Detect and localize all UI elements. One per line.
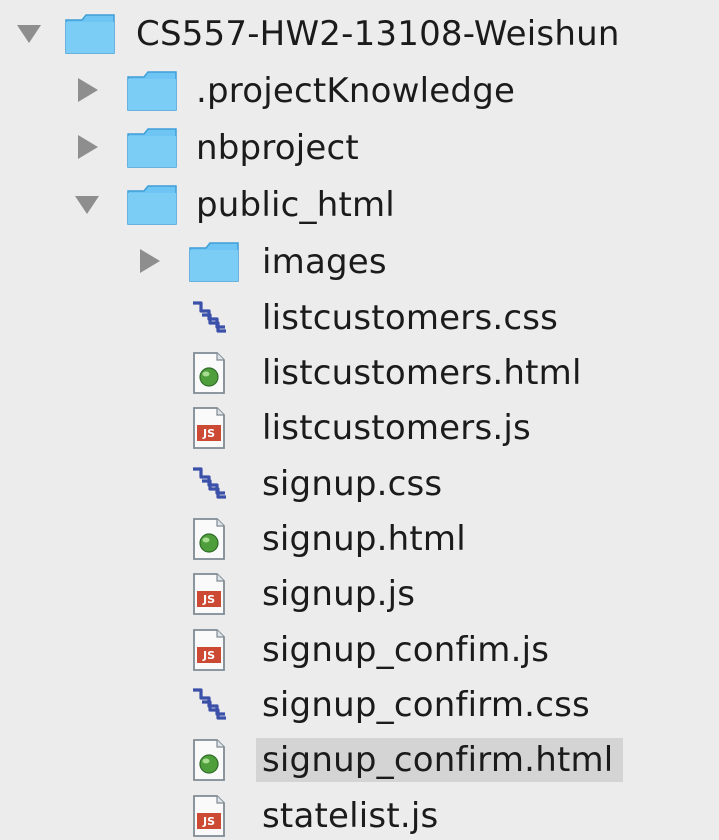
tree-row-label: signup.js xyxy=(262,574,416,614)
disclosure-collapsed-icon[interactable] xyxy=(134,246,164,276)
js-file-icon: JS xyxy=(188,629,240,671)
tree-row-signup-confirm-html[interactable]: signup_confirm.html xyxy=(0,734,719,786)
folder-icon xyxy=(188,241,240,283)
js-file-icon: JS xyxy=(188,407,240,449)
project-tree: CS557-HW2-13108-Weishun .projectKnowledg… xyxy=(0,0,719,840)
tree-row-statelist-js[interactable]: JS statelist.js xyxy=(0,790,719,840)
folder-icon xyxy=(64,13,116,55)
tree-row-signup-html[interactable]: signup.html xyxy=(0,513,719,565)
js-file-icon: JS xyxy=(188,795,240,837)
css-file-icon xyxy=(188,684,240,726)
css-file-icon xyxy=(188,463,240,505)
svg-text:JS: JS xyxy=(202,649,215,662)
folder-icon xyxy=(126,127,178,169)
tree-row-label: CS557-HW2-13108-Weishun xyxy=(136,14,620,54)
tree-row-public-html[interactable]: public_html xyxy=(0,179,719,231)
tree-row-nbproject[interactable]: nbproject xyxy=(0,122,719,174)
disclosure-expanded-icon[interactable] xyxy=(72,189,102,219)
tree-row-root[interactable]: CS557-HW2-13108-Weishun xyxy=(0,8,719,60)
tree-row-label: nbproject xyxy=(196,128,359,168)
tree-row-label: signup.css xyxy=(262,464,443,504)
svg-text:JS: JS xyxy=(202,593,215,606)
disclosure-collapsed-icon[interactable] xyxy=(72,132,102,162)
disclosure-collapsed-icon[interactable] xyxy=(72,75,102,105)
tree-row-listcustomers-html[interactable]: listcustomers.html xyxy=(0,347,719,399)
html-file-icon xyxy=(188,739,240,781)
tree-row-label: statelist.js xyxy=(262,796,439,836)
tree-row-images[interactable]: images xyxy=(0,236,719,288)
html-file-icon xyxy=(188,518,240,560)
tree-row-label: images xyxy=(262,242,387,282)
tree-row-signup-confirm-css[interactable]: signup_confirm.css xyxy=(0,679,719,731)
svg-text:JS: JS xyxy=(202,427,215,440)
tree-row-signup-js[interactable]: JS signup.js xyxy=(0,568,719,620)
tree-row-label: public_html xyxy=(196,185,395,225)
tree-row-label: signup_confim.js xyxy=(262,630,550,670)
tree-row-label: listcustomers.html xyxy=(262,353,582,393)
disclosure-expanded-icon[interactable] xyxy=(14,18,44,48)
tree-row-listcustomers-css[interactable]: listcustomers.css xyxy=(0,292,719,344)
tree-row-signup-css[interactable]: signup.css xyxy=(0,458,719,510)
tree-row-label: listcustomers.css xyxy=(262,298,559,338)
tree-row-label-selected: signup_confirm.html xyxy=(256,738,624,782)
tree-row-projectknowledge[interactable]: .projectKnowledge xyxy=(0,65,719,117)
tree-row-listcustomers-js[interactable]: JS listcustomers.js xyxy=(0,402,719,454)
svg-text:JS: JS xyxy=(202,815,215,828)
tree-row-label: signup.html xyxy=(262,519,466,559)
css-file-icon xyxy=(188,297,240,339)
js-file-icon: JS xyxy=(188,573,240,615)
tree-row-label: listcustomers.js xyxy=(262,408,531,448)
tree-row-label: signup_confirm.css xyxy=(262,685,590,725)
tree-row-label: .projectKnowledge xyxy=(196,71,516,111)
tree-row-signup-confim-js[interactable]: JS signup_confim.js xyxy=(0,624,719,676)
html-file-icon xyxy=(188,352,240,394)
folder-icon xyxy=(126,70,178,112)
folder-icon xyxy=(126,184,178,226)
